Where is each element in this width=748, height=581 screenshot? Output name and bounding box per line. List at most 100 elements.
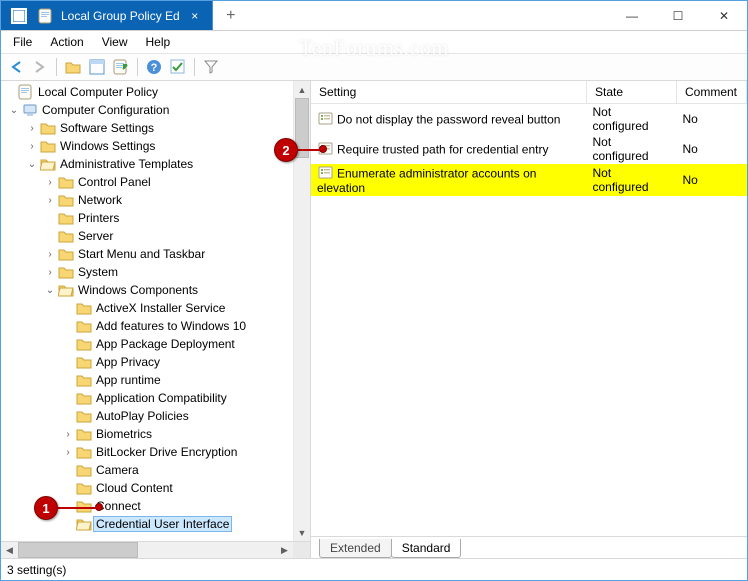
- tree[interactable]: Local Computer Policy ⌄Computer Configur…: [1, 81, 293, 541]
- scroll-up-icon[interactable]: ▲: [294, 81, 310, 98]
- tree-software-settings[interactable]: ›Software Settings: [3, 119, 293, 137]
- tree-item[interactable]: Add features to Windows 10: [3, 317, 293, 335]
- expand-icon[interactable]: ›: [61, 429, 75, 440]
- close-button[interactable]: ✕: [701, 1, 747, 30]
- menu-file[interactable]: File: [5, 33, 40, 51]
- scroll-down-icon[interactable]: ▼: [294, 524, 310, 541]
- tree-item[interactable]: › Biometrics: [3, 425, 293, 443]
- tree-start-menu[interactable]: ›Start Menu and Taskbar: [3, 245, 293, 263]
- details-pane: Setting State Comment Do not display the…: [311, 81, 747, 558]
- expand-icon[interactable]: ›: [61, 447, 75, 458]
- policy-icon: [37, 8, 55, 24]
- tree-item[interactable]: App Package Deployment: [3, 335, 293, 353]
- tab-extended[interactable]: Extended: [319, 539, 392, 558]
- expand-icon[interactable]: ›: [43, 195, 57, 206]
- expand-icon[interactable]: ›: [43, 267, 57, 278]
- folder-open-icon: [57, 282, 75, 298]
- setting-row[interactable]: Require trusted path for credential entr…: [311, 134, 747, 164]
- folder-icon: [75, 462, 93, 478]
- tree-item[interactable]: AutoPlay Policies: [3, 407, 293, 425]
- menu-help[interactable]: Help: [138, 33, 179, 51]
- tree-item[interactable]: Credential User Interface: [3, 515, 293, 533]
- tree-item[interactable]: Camera: [3, 461, 293, 479]
- collapse-icon[interactable]: ⌄: [7, 105, 21, 116]
- menu-action[interactable]: Action: [42, 33, 91, 51]
- tree-computer-config[interactable]: ⌄Computer Configuration: [3, 101, 293, 119]
- tree-item[interactable]: ActiveX Installer Service: [3, 299, 293, 317]
- folder-icon: [75, 372, 93, 388]
- show-hide-tree-button[interactable]: [62, 56, 84, 78]
- setting-row[interactable]: Do not display the password reveal butto…: [311, 104, 747, 135]
- folder-open-icon: [75, 516, 93, 532]
- status-text: 3 setting(s): [7, 563, 66, 577]
- folder-icon: [75, 426, 93, 442]
- expand-icon[interactable]: ›: [25, 123, 39, 134]
- collapse-icon[interactable]: ⌄: [43, 285, 57, 296]
- menu-view[interactable]: View: [94, 33, 136, 51]
- folder-icon: [57, 174, 75, 190]
- properties-button[interactable]: [167, 56, 189, 78]
- tree-windows-components[interactable]: ⌄Windows Components: [3, 281, 293, 299]
- tree-root[interactable]: Local Computer Policy: [3, 83, 293, 101]
- settings-list[interactable]: Setting State Comment Do not display the…: [311, 81, 747, 536]
- setting-state: Not configured: [587, 104, 677, 135]
- content: Local Computer Policy ⌄Computer Configur…: [1, 81, 747, 558]
- tree-item-label: Biometrics: [93, 426, 155, 442]
- tree-item[interactable]: Cloud Content: [3, 479, 293, 497]
- policy-icon: [317, 141, 333, 155]
- col-comment[interactable]: Comment: [677, 81, 747, 104]
- tree-network[interactable]: ›Network: [3, 191, 293, 209]
- tree-windows-settings[interactable]: ›Windows Settings: [3, 137, 293, 155]
- tree-item[interactable]: App Privacy: [3, 353, 293, 371]
- collapse-icon[interactable]: ⌄: [25, 159, 39, 170]
- filter-button[interactable]: [200, 56, 222, 78]
- back-button[interactable]: [5, 56, 27, 78]
- forward-button[interactable]: [29, 56, 51, 78]
- scroll-thumb[interactable]: [18, 542, 138, 558]
- col-state[interactable]: State: [587, 81, 677, 104]
- folder-icon: [39, 120, 57, 136]
- tree-item-label: BitLocker Drive Encryption: [93, 444, 240, 460]
- setting-comment: No: [677, 134, 747, 164]
- tree-item-label: Cloud Content: [93, 480, 176, 496]
- scroll-left-icon[interactable]: ◀: [1, 542, 18, 558]
- tree-admin-templates[interactable]: ⌄Administrative Templates: [3, 155, 293, 173]
- tree-control-panel[interactable]: ›Control Panel: [3, 173, 293, 191]
- tree-item-label: App Package Deployment: [93, 336, 238, 352]
- tree-item[interactable]: › BitLocker Drive Encryption: [3, 443, 293, 461]
- tree-item[interactable]: Application Compatibility: [3, 389, 293, 407]
- toolbar: [1, 53, 747, 81]
- folder-icon: [39, 138, 57, 154]
- tree-printers[interactable]: Printers: [3, 209, 293, 227]
- view-button[interactable]: [86, 56, 108, 78]
- expand-icon[interactable]: ›: [43, 249, 57, 260]
- setting-comment: No: [677, 164, 747, 196]
- tree-vscrollbar[interactable]: ▲ ▼: [293, 81, 310, 541]
- help-button[interactable]: [143, 56, 165, 78]
- tree-item[interactable]: App runtime: [3, 371, 293, 389]
- active-tab[interactable]: Local Group Policy Ed ×: [1, 1, 213, 30]
- maximize-button[interactable]: ☐: [655, 1, 701, 30]
- tree-item-label: Application Compatibility: [93, 390, 230, 406]
- expand-icon[interactable]: ›: [25, 141, 39, 152]
- scroll-thumb[interactable]: [295, 98, 309, 158]
- folder-icon: [75, 300, 93, 316]
- minimize-button[interactable]: —: [609, 1, 655, 30]
- export-button[interactable]: [110, 56, 132, 78]
- tree-system[interactable]: ›System: [3, 263, 293, 281]
- tree-item-label: AutoPlay Policies: [93, 408, 192, 424]
- folder-open-icon: [39, 156, 57, 172]
- computer-icon: [21, 102, 39, 118]
- setting-row[interactable]: Enumerate administrator accounts on elev…: [311, 164, 747, 196]
- tree-item[interactable]: Connect: [3, 497, 293, 515]
- scroll-right-icon[interactable]: ▶: [276, 542, 293, 558]
- tree-hscrollbar[interactable]: ◀ ▶: [1, 541, 310, 558]
- tree-item-label: App Privacy: [93, 354, 163, 370]
- titlebar: Local Group Policy Ed × + — ☐ ✕: [1, 1, 747, 31]
- col-setting[interactable]: Setting: [311, 81, 587, 104]
- tab-close-icon[interactable]: ×: [186, 9, 204, 23]
- tab-standard[interactable]: Standard: [391, 539, 462, 558]
- new-tab-button[interactable]: +: [213, 1, 249, 30]
- expand-icon[interactable]: ›: [43, 177, 57, 188]
- tree-server[interactable]: Server: [3, 227, 293, 245]
